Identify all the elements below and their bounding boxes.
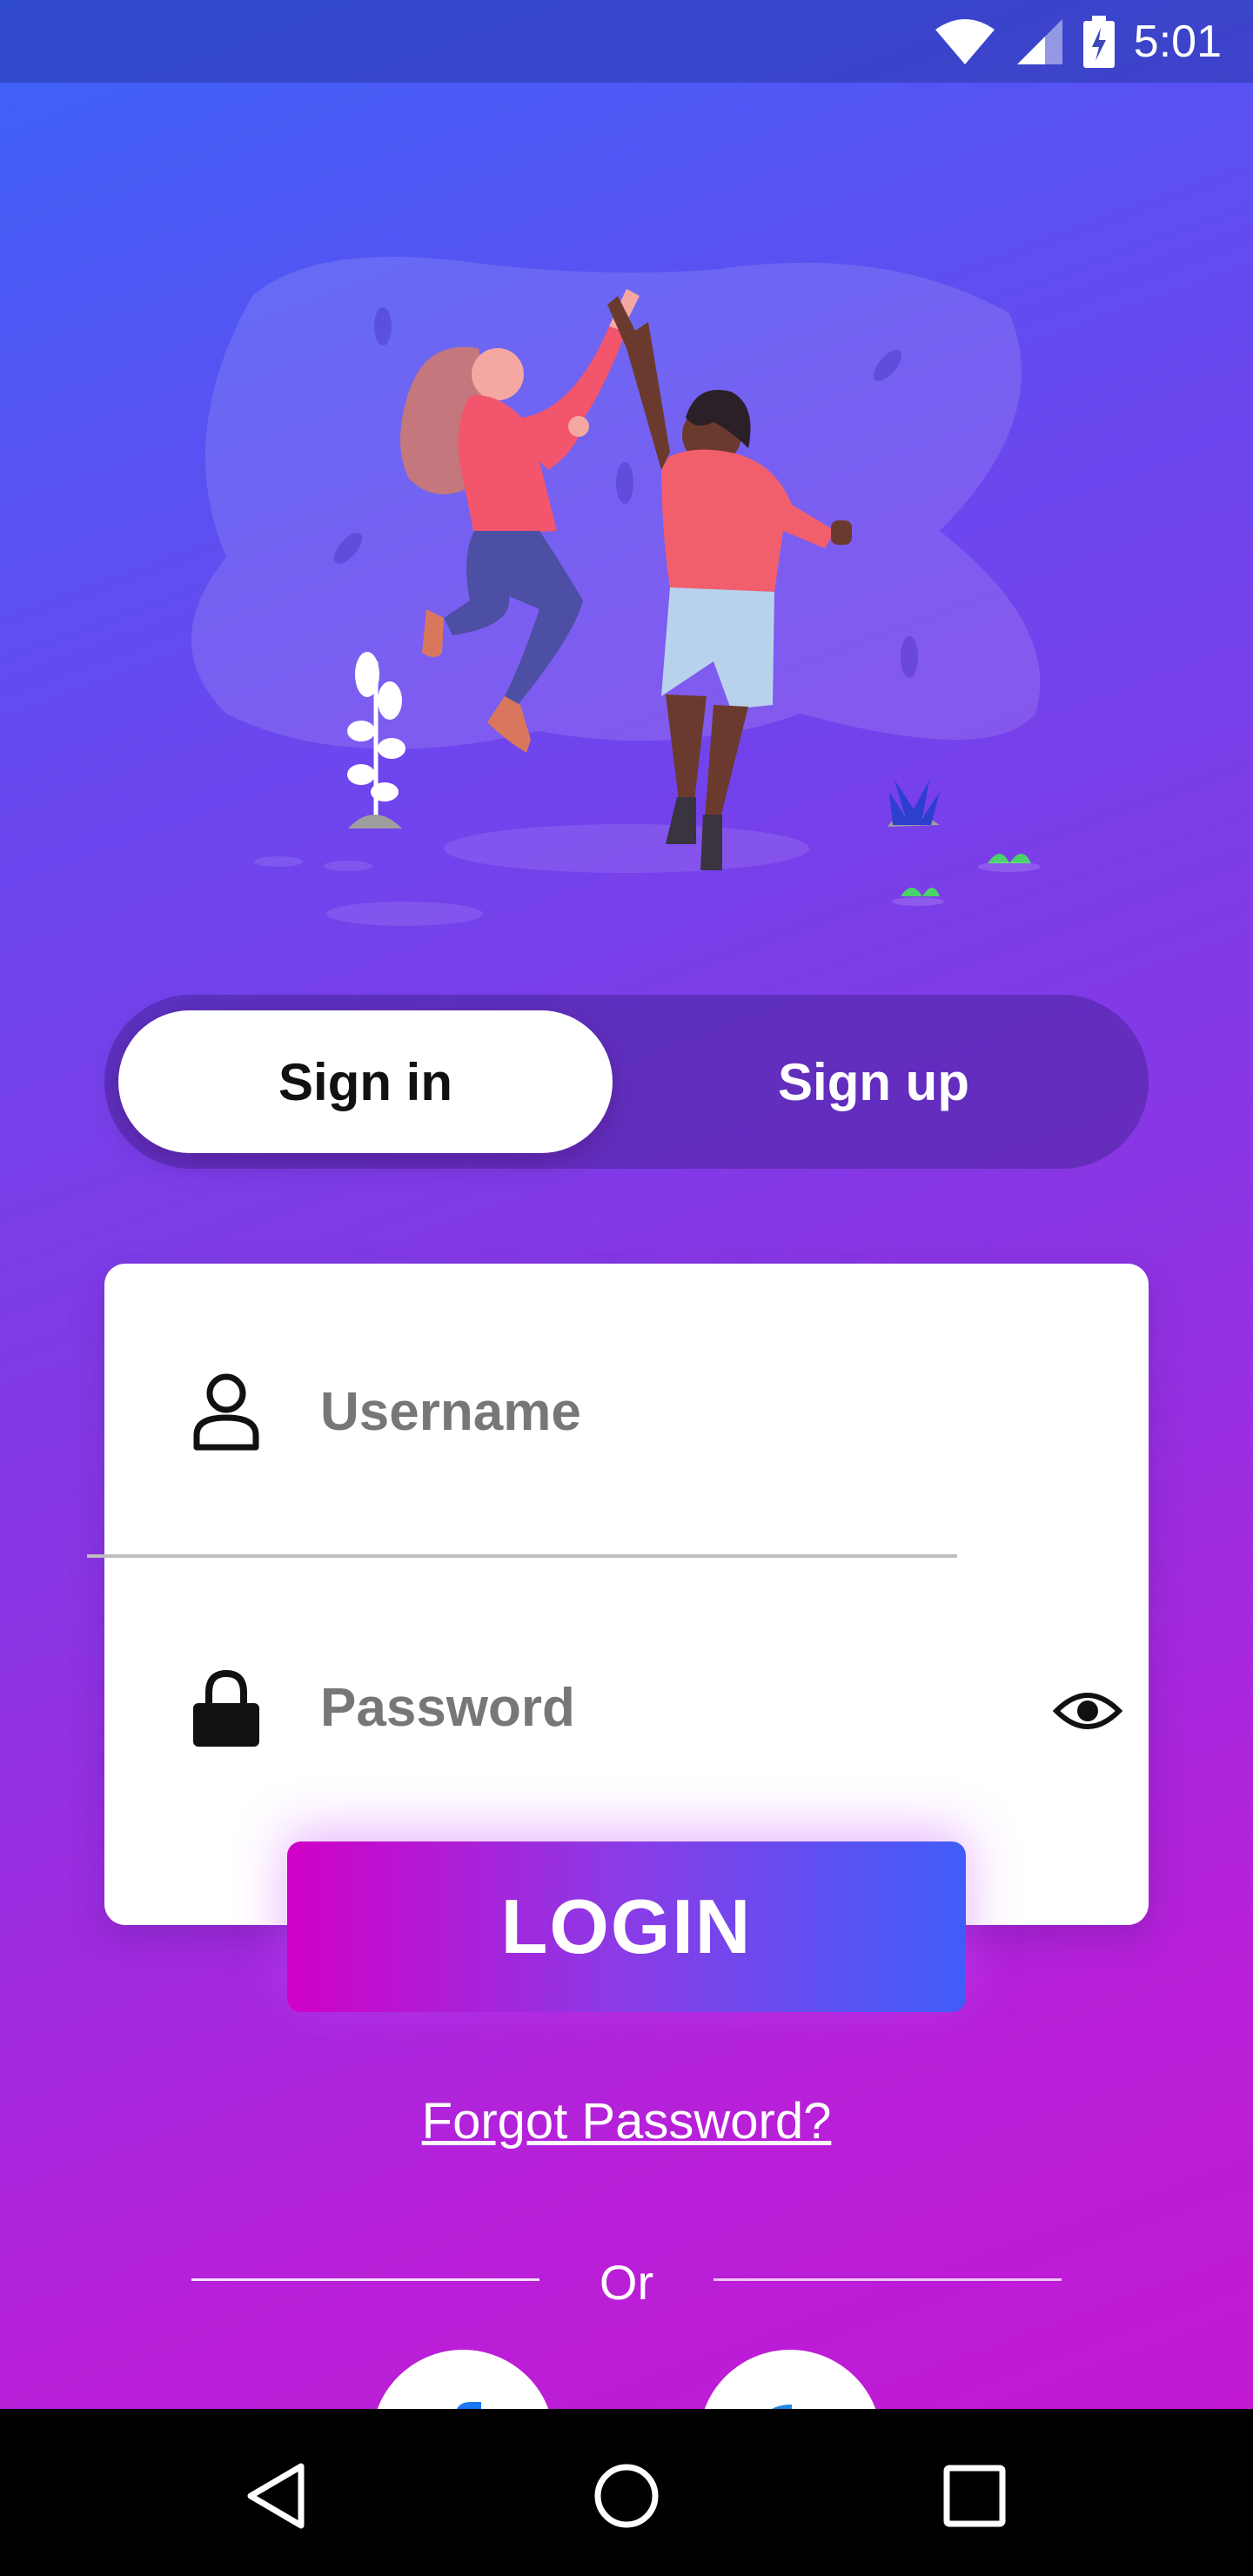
or-label: Or xyxy=(599,2255,654,2310)
recents-icon[interactable] xyxy=(922,2444,1027,2548)
battery-charging-icon xyxy=(1082,15,1115,68)
password-input[interactable] xyxy=(320,1676,877,1739)
system-nav-bar xyxy=(0,2409,1253,2576)
eye-icon[interactable] xyxy=(1052,1685,1123,1737)
lock-icon xyxy=(191,1668,261,1747)
tab-sign-in[interactable]: Sign in xyxy=(118,1010,613,1153)
status-bar: 5:01 xyxy=(0,0,1253,83)
username-field xyxy=(191,1351,1062,1472)
tab-sign-up[interactable]: Sign up xyxy=(626,1010,1121,1153)
wifi-icon xyxy=(934,17,996,66)
forgot-password-link[interactable]: Forgot Password? xyxy=(0,2092,1253,2150)
password-field xyxy=(191,1647,1062,1768)
status-time: 5:01 xyxy=(1133,16,1222,67)
back-icon[interactable] xyxy=(226,2444,331,2548)
divider-line-right xyxy=(714,2278,1062,2281)
user-icon xyxy=(191,1372,261,1451)
or-divider: Or xyxy=(191,2254,1062,2310)
login-button[interactable]: LOGIN xyxy=(287,1841,966,2012)
home-icon[interactable] xyxy=(574,2444,679,2548)
username-input[interactable] xyxy=(320,1380,877,1443)
auth-mode-toggle: Sign in Sign up xyxy=(104,995,1149,1169)
hero-illustration xyxy=(174,244,1079,940)
signal-icon xyxy=(1015,17,1064,66)
login-card xyxy=(104,1264,1149,1925)
username-underline xyxy=(87,1554,957,1558)
